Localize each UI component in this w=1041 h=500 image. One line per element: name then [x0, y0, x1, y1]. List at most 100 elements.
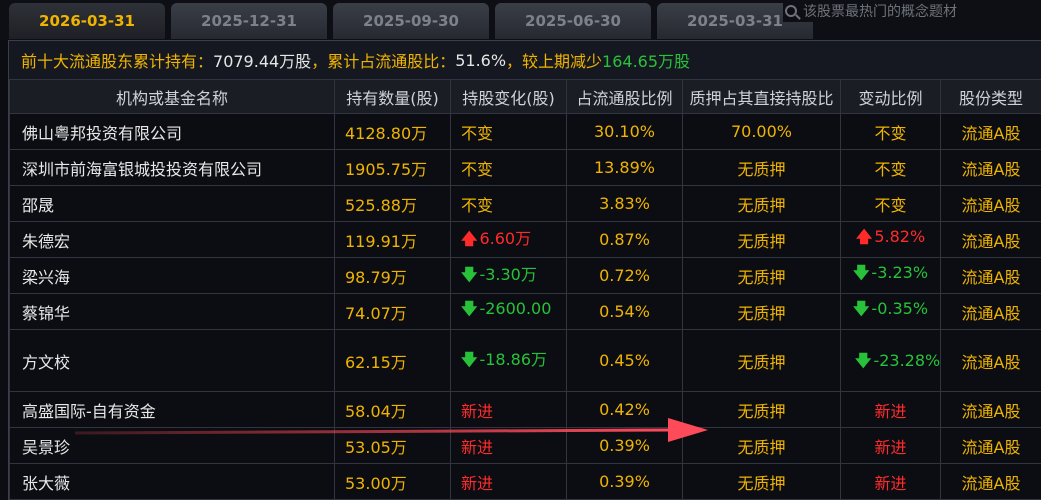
holding-change: 新进: [450, 427, 567, 464]
table-row[interactable]: 蔡锦华 74.07万 🡇 -2600.00 0.54% 无质押 🡇 -0.35% 流通A股: [9, 293, 1041, 330]
holding-change-value: 新进: [461, 437, 494, 457]
holding-change-value: 不变: [461, 123, 494, 143]
holding-change: 不变: [450, 185, 567, 222]
change-ratio: 不变: [840, 113, 941, 150]
holder-name: 方文校: [9, 329, 335, 392]
change-ratio-value: -3.23%: [871, 263, 929, 282]
holding-shares: 58.04万: [334, 391, 451, 428]
holding-shares: 53.00万: [334, 463, 451, 500]
share-type: 流通A股: [940, 329, 1041, 392]
arrow-down-icon: 🡇: [461, 299, 478, 318]
change-ratio-value: -23.28%: [873, 350, 941, 370]
float-ratio: 0.54%: [566, 293, 683, 330]
col-header-type[interactable]: 股份类型: [940, 79, 1041, 114]
table-row[interactable]: 张大薇 53.00万 新进 0.39% 无质押 新进 流通A股: [9, 463, 1041, 500]
holding-shares: 74.07万: [334, 293, 451, 330]
summary-change-label: ，较上期减少: [506, 52, 603, 71]
holding-change: 不变: [450, 149, 567, 186]
change-ratio-value: -0.35%: [871, 299, 929, 318]
shareholder-table: 机构或基金名称 持有数量(股) 持股变化(股) 占流通股比例 质押占其直接持股比…: [9, 79, 1041, 500]
float-ratio: 0.45%: [566, 329, 683, 392]
change-ratio-value: 新进: [874, 401, 907, 421]
holder-summary: 前十大流通股东累计持有： 7079.44万股 ，累计占流通股比： 51.6% ，…: [9, 41, 1041, 79]
col-header-ratio[interactable]: 占流通股比例: [566, 79, 683, 114]
table-row[interactable]: 邵晟 525.88万 不变 3.83% 无质押 不变 流通A股: [9, 185, 1041, 222]
change-ratio-value: 不变: [874, 195, 907, 215]
table-row[interactable]: 朱德宏 119.91万 🡅 6.60万 0.87% 无质押 🡅 5.82% 流通A股: [9, 221, 1041, 258]
table-row[interactable]: 吴景珍 53.05万 新进 0.39% 无质押 新进 流通A股: [9, 427, 1041, 464]
holder-name: 吴景珍: [9, 427, 335, 464]
tab-2025-06-30[interactable]: 2025-06-30: [495, 3, 651, 39]
table-row[interactable]: 高盛国际-自有资金 58.04万 新进 0.42% 无质押 新进 流通A股: [9, 391, 1041, 428]
holding-change: 🡇 -18.86万: [450, 329, 567, 392]
share-type: 流通A股: [940, 293, 1041, 330]
arrow-down-icon: 🡇: [852, 263, 870, 282]
concept-search[interactable]: 该股票最热门的概念题材: [783, 0, 1041, 22]
holding-shares: 62.15万: [334, 329, 451, 392]
change-ratio: 🡇 -3.23%: [840, 257, 941, 294]
holding-change-value: -3.30万: [479, 264, 537, 284]
pledge-ratio: 无质押: [682, 257, 841, 294]
holding-change-value: 不变: [461, 195, 494, 215]
share-type: 流通A股: [940, 257, 1041, 294]
col-header-pledge[interactable]: 质押占其直接持股比: [682, 79, 841, 114]
tab-2025-12-31[interactable]: 2025-12-31: [171, 3, 327, 39]
arrow-down-icon: 🡇: [461, 349, 478, 369]
table-row[interactable]: 方文校 62.15万 🡇 -18.86万 0.45% 无质押 🡇 -23.28% 流通A股: [9, 329, 1041, 392]
search-icon: [785, 5, 797, 17]
holder-name: 梁兴海: [9, 257, 335, 294]
holding-change: 🡇 -2600.00: [450, 293, 567, 330]
change-ratio: 🡇 -23.28%: [840, 329, 941, 392]
summary-change: 164.65万股: [602, 52, 691, 71]
tab-bar: 2026-03-31 2025-12-31 2025-09-30 2025-06…: [0, 0, 1041, 40]
search-placeholder: 该股票最热门的概念题材: [803, 4, 957, 20]
holder-name: 深圳市前海富银城投投资有限公司: [9, 149, 335, 186]
pledge-ratio: 无质押: [682, 329, 841, 392]
holding-shares: 525.88万: [334, 185, 451, 222]
summary-prefix: 前十大流通股东累计持有：: [21, 52, 214, 71]
arrow-down-icon: 🡇: [461, 264, 478, 284]
holding-shares: 119.91万: [334, 221, 451, 258]
holding-change: 新进: [450, 391, 567, 428]
holding-change-value: 新进: [461, 473, 494, 493]
holding-change-value: 不变: [461, 159, 494, 179]
table-header-row: 机构或基金名称 持有数量(股) 持股变化(股) 占流通股比例 质押占其直接持股比…: [9, 79, 1041, 114]
pledge-ratio: 无质押: [682, 293, 841, 330]
table-row[interactable]: 佛山粤邦投资有限公司 4128.80万 不变 30.10% 70.00% 不变 流通A股: [9, 113, 1041, 150]
holding-shares: 4128.80万: [334, 113, 451, 150]
holding-change: 🡅 6.60万: [450, 221, 567, 258]
float-ratio: 0.39%: [566, 463, 683, 500]
col-header-name[interactable]: 机构或基金名称: [9, 79, 335, 114]
col-header-change[interactable]: 持股变化(股): [450, 79, 567, 114]
change-ratio-value: 新进: [874, 473, 907, 493]
holding-change-value: -18.86万: [479, 349, 548, 369]
holding-shares: 53.05万: [334, 427, 451, 464]
change-ratio: 新进: [840, 463, 941, 500]
share-type: 流通A股: [940, 463, 1041, 500]
change-ratio: 不变: [840, 149, 941, 186]
holder-name: 朱德宏: [9, 221, 335, 258]
holding-change: 🡇 -3.30万: [450, 257, 567, 294]
float-ratio: 30.10%: [566, 113, 683, 150]
share-type: 流通A股: [940, 221, 1041, 258]
pledge-ratio: 无质押: [682, 149, 841, 186]
holding-change: 不变: [450, 113, 567, 150]
holding-change-value: -2600.00: [479, 299, 552, 318]
pledge-ratio: 无质押: [682, 391, 841, 428]
holding-change-value: 新进: [461, 401, 494, 421]
col-header-shares[interactable]: 持有数量(股): [334, 79, 451, 114]
col-header-chg-ratio[interactable]: 变动比例: [840, 79, 941, 114]
pledge-ratio: 无质押: [682, 221, 841, 258]
pledge-ratio: 无质押: [682, 427, 841, 464]
holding-shares: 1905.75万: [334, 149, 451, 186]
tab-2025-09-30[interactable]: 2025-09-30: [333, 3, 489, 39]
share-type: 流通A股: [940, 427, 1041, 464]
share-type: 流通A股: [940, 185, 1041, 222]
table-row[interactable]: 梁兴海 98.79万 🡇 -3.30万 0.72% 无质押 🡇 -3.23% 流通A股: [9, 257, 1041, 294]
tab-2026-03-31[interactable]: 2026-03-31: [9, 3, 165, 39]
table-row[interactable]: 深圳市前海富银城投投资有限公司 1905.75万 不变 13.89% 无质押 不变 流通A股: [9, 149, 1041, 186]
float-ratio: 3.83%: [566, 185, 683, 222]
change-ratio-value: 不变: [874, 159, 907, 179]
holder-name: 高盛国际-自有资金: [9, 391, 335, 428]
share-type: 流通A股: [940, 113, 1041, 150]
